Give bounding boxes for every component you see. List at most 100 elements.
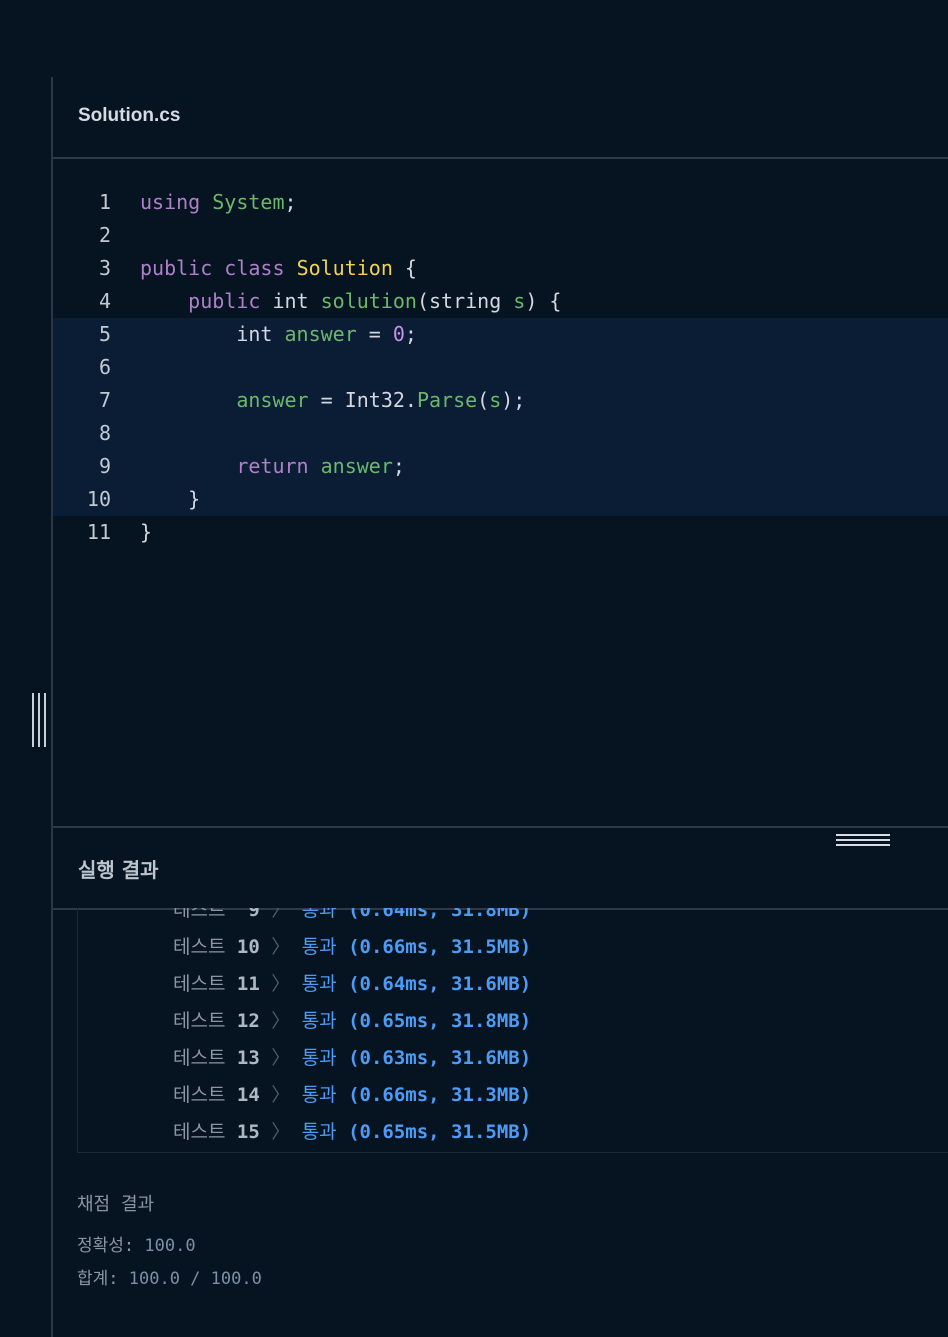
total-row: 합계: 100.0 / 100.0 bbox=[77, 1264, 262, 1289]
code-text: return answer; bbox=[140, 450, 405, 483]
accuracy-label: 정확성: bbox=[77, 1236, 145, 1256]
code-token: Solution bbox=[296, 256, 393, 280]
chevron-right-icon: 〉 bbox=[259, 1010, 302, 1032]
chevron-right-icon: 〉 bbox=[259, 1121, 302, 1143]
test-number: 10 bbox=[236, 936, 260, 958]
code-token: ; bbox=[284, 190, 297, 214]
code-token: { bbox=[392, 256, 417, 280]
test-result-row: 테스트 13 〉 통과 (0.63ms, 31.6MB) bbox=[173, 1040, 531, 1077]
test-metrics: (0.64ms, 31.8MB) bbox=[348, 908, 532, 921]
code-token: s bbox=[513, 289, 526, 313]
line-number: 11 bbox=[86, 520, 111, 544]
code-token: int bbox=[260, 289, 321, 313]
code-line[interactable]: 5 int answer = 0; bbox=[53, 318, 948, 351]
resize-grip-icon[interactable] bbox=[836, 834, 890, 846]
code-line[interactable]: 7 answer = Int32.Parse(s); bbox=[53, 384, 948, 417]
grading-title: 채점 결과 bbox=[77, 1194, 155, 1215]
chevron-right-icon: 〉 bbox=[259, 908, 302, 921]
code-line[interactable]: 8 bbox=[53, 417, 948, 450]
code-token: ); bbox=[501, 388, 526, 412]
code-text: } bbox=[140, 483, 200, 516]
code-token: class bbox=[224, 256, 285, 280]
test-result-row: 테스트 9 〉 통과 (0.64ms, 31.8MB) bbox=[173, 908, 531, 929]
code-text: } bbox=[140, 516, 152, 549]
test-number: 11 bbox=[236, 973, 260, 995]
code-line[interactable]: 10 } bbox=[53, 483, 948, 516]
test-result-row: 테스트 11 〉 통과 (0.64ms, 31.6MB) bbox=[173, 966, 531, 1003]
code-token: int bbox=[140, 322, 285, 346]
code-token: ) { bbox=[525, 289, 562, 313]
line-number: 2 bbox=[98, 223, 111, 247]
code-token: s bbox=[489, 388, 502, 412]
test-metrics: (0.66ms, 31.3MB) bbox=[348, 1084, 532, 1106]
test-status: 통과 bbox=[301, 936, 337, 958]
test-status: 통과 bbox=[301, 908, 337, 921]
code-text: using System; bbox=[140, 186, 297, 219]
line-number: 7 bbox=[98, 388, 111, 412]
line-number: 5 bbox=[98, 322, 111, 346]
code-token: } bbox=[140, 487, 201, 511]
test-label: 테스트 bbox=[173, 973, 226, 995]
code-token: ; bbox=[392, 454, 405, 478]
line-number: 1 bbox=[98, 190, 111, 214]
test-result-row: 테스트 15 〉 통과 (0.65ms, 31.5MB) bbox=[173, 1114, 531, 1151]
line-number: 3 bbox=[98, 256, 111, 280]
code-token: using bbox=[140, 190, 201, 214]
code-token: } bbox=[140, 520, 153, 544]
line-number: 10 bbox=[86, 487, 111, 511]
test-label: 테스트 bbox=[173, 936, 226, 958]
test-label: 테스트 bbox=[173, 908, 226, 921]
total-value: 100.0 / 100.0 bbox=[128, 1269, 262, 1289]
test-status: 통과 bbox=[301, 1010, 337, 1032]
code-token: = Int32. bbox=[308, 388, 417, 412]
code-token: System bbox=[212, 190, 285, 214]
test-result-row: 테스트 12 〉 통과 (0.65ms, 31.8MB) bbox=[173, 1003, 531, 1040]
code-text: answer = Int32.Parse(s); bbox=[140, 384, 525, 417]
line-number: 6 bbox=[98, 355, 111, 379]
test-result-row: 테스트 14 〉 통과 (0.66ms, 31.3MB) bbox=[173, 1077, 531, 1114]
test-metrics: (0.64ms, 31.6MB) bbox=[348, 973, 532, 995]
code-line[interactable]: 2 bbox=[53, 219, 948, 252]
test-label: 테스트 bbox=[173, 1010, 226, 1032]
total-label: 합계: bbox=[77, 1269, 129, 1289]
code-token: = bbox=[356, 322, 393, 346]
chevron-right-icon: 〉 bbox=[259, 1084, 302, 1106]
code-token: public bbox=[140, 256, 213, 280]
line-number: 8 bbox=[98, 421, 111, 445]
results-list[interactable]: 테스트 9 〉 통과 (0.64ms, 31.8MB) 테스트 10 〉 통과 (… bbox=[77, 908, 948, 1153]
test-number: 12 bbox=[236, 1010, 260, 1032]
test-number: 9 bbox=[236, 908, 260, 921]
code-line[interactable]: 9 return answer; bbox=[53, 450, 948, 483]
file-tab-title[interactable]: Solution.cs bbox=[78, 105, 180, 127]
accuracy-row: 정확성: 100.0 bbox=[77, 1231, 196, 1256]
code-token: answer bbox=[284, 322, 357, 346]
test-number: 13 bbox=[236, 1047, 260, 1069]
code-line[interactable]: 4 public int solution(string s) { bbox=[53, 285, 948, 318]
code-token: Parse bbox=[416, 388, 478, 412]
code-line[interactable]: 6 bbox=[53, 351, 948, 384]
test-label: 테스트 bbox=[173, 1084, 226, 1106]
chevron-right-icon: 〉 bbox=[259, 936, 302, 958]
test-status: 통과 bbox=[301, 1084, 337, 1106]
code-text: public class Solution { bbox=[140, 252, 417, 285]
code-line[interactable]: 1 using System; bbox=[53, 186, 948, 219]
chevron-right-icon: 〉 bbox=[259, 1047, 302, 1069]
code-line[interactable]: 11} bbox=[53, 516, 948, 549]
code-line[interactable]: 3 public class Solution { bbox=[53, 252, 948, 285]
panel-drag-handle[interactable] bbox=[32, 693, 48, 747]
code-token: public bbox=[188, 289, 261, 313]
accuracy-value: 100.0 bbox=[144, 1236, 196, 1256]
results-title: 실행 결과 bbox=[78, 858, 159, 882]
line-number: 9 bbox=[98, 454, 111, 478]
code-token: solution bbox=[320, 289, 417, 313]
results-header: 실행 결과 bbox=[53, 826, 948, 910]
code-token: ; bbox=[404, 322, 417, 346]
test-metrics: (0.65ms, 31.5MB) bbox=[348, 1121, 532, 1143]
test-metrics: (0.65ms, 31.8MB) bbox=[348, 1010, 532, 1032]
code-editor[interactable]: 1 using System; 2 3 public class Solution {4… bbox=[53, 159, 948, 826]
